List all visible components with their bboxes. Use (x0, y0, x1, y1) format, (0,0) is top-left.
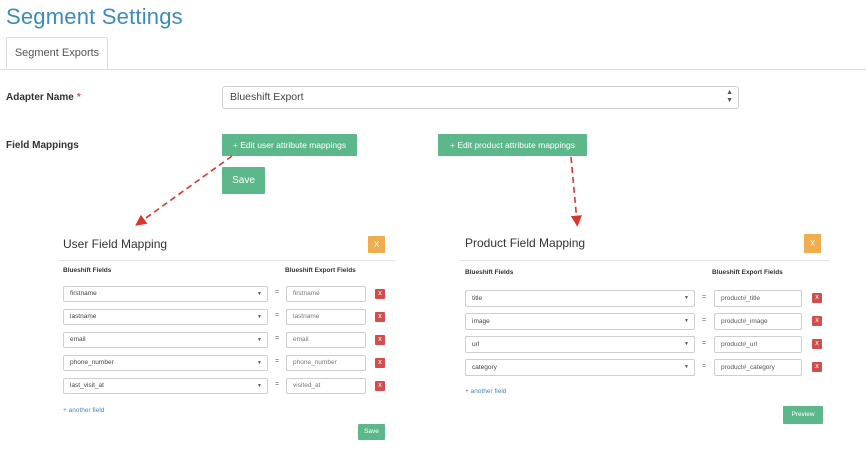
user-export-input[interactable]: phone_number (286, 355, 366, 371)
user-field-value: phone_number (70, 359, 114, 366)
product-export-input[interactable]: product#_image (714, 313, 802, 330)
user-field-select[interactable]: firstname ▼ (63, 286, 268, 302)
product-field-select[interactable]: url ▼ (465, 336, 695, 353)
caret-down-icon: ▼ (684, 364, 689, 370)
user-export-input[interactable]: lastname (286, 309, 366, 325)
product-field-select[interactable]: category ▼ (465, 359, 695, 376)
delete-row-button[interactable]: x (375, 289, 385, 299)
product-modal-preview-button[interactable]: Preview (783, 406, 823, 424)
caret-down-icon: ▼ (257, 291, 262, 297)
user-modal-close-button[interactable]: X (368, 236, 385, 253)
user-col-blueshift-fields: Blueshift Fields (63, 267, 112, 274)
product-row: url ▼ = product#_url x (460, 336, 830, 353)
delete-row-button[interactable]: x (375, 312, 385, 322)
delete-row-button[interactable]: x (812, 293, 822, 303)
product-export-input[interactable]: product#_title (714, 290, 802, 307)
user-col-export-fields: Blueshift Export Fields (285, 267, 356, 274)
caret-down-icon: ▼ (257, 337, 262, 343)
product-field-value: url (472, 341, 480, 348)
user-rows: firstname ▼ = firstname x lastname ▼ = las… (58, 286, 394, 410)
user-modal-divider (58, 260, 394, 261)
equals-sign: = (274, 335, 280, 342)
product-add-another-field-link[interactable]: + another field (465, 388, 506, 395)
product-row: category ▼ = product#_category x (460, 359, 830, 376)
user-field-value: email (70, 336, 86, 343)
user-field-mapping-panel: User Field Mapping X Blueshift Fields Bl… (58, 228, 394, 443)
delete-row-button[interactable]: x (812, 362, 822, 372)
delete-row-button[interactable]: x (375, 358, 385, 368)
product-field-value: image (472, 318, 490, 325)
delete-row-button[interactable]: x (812, 339, 822, 349)
caret-down-icon: ▼ (257, 314, 262, 320)
user-row: lastname ▼ = lastname x (58, 309, 394, 325)
delete-row-button[interactable]: x (812, 316, 822, 326)
product-modal-title: Product Field Mapping (465, 236, 586, 250)
user-row: phone_number ▼ = phone_number x (58, 355, 394, 371)
product-field-value: title (472, 295, 483, 302)
equals-sign: = (274, 358, 280, 365)
caret-down-icon: ▼ (684, 341, 689, 347)
product-col-export-fields: Blueshift Export Fields (712, 269, 783, 276)
user-field-value: firstname (70, 290, 97, 297)
caret-down-icon: ▼ (684, 318, 689, 324)
caret-down-icon: ▼ (684, 295, 689, 301)
product-field-select[interactable]: image ▼ (465, 313, 695, 330)
delete-row-button[interactable]: x (375, 381, 385, 391)
product-row: title ▼ = product#_title x (460, 290, 830, 307)
product-field-mapping-panel: Product Field Mapping X Blueshift Fields… (460, 228, 830, 428)
equals-sign: = (701, 340, 707, 347)
user-add-another-field-link[interactable]: + another field (63, 407, 104, 414)
equals-sign: = (274, 312, 280, 319)
caret-down-icon: ▼ (257, 360, 262, 366)
caret-down-icon: ▼ (257, 383, 262, 389)
user-row: email ▼ = email x (58, 332, 394, 348)
arrow-to-product-modal (570, 156, 582, 227)
user-export-input[interactable]: firstname (286, 286, 366, 302)
user-field-select[interactable]: lastname ▼ (63, 309, 268, 325)
user-modal-save-button[interactable]: Save (358, 424, 385, 440)
user-row: firstname ▼ = firstname x (58, 286, 394, 302)
user-field-select[interactable]: phone_number ▼ (63, 355, 268, 371)
product-rows: title ▼ = product#_title x image ▼ = produ… (460, 290, 830, 382)
product-field-select[interactable]: title ▼ (465, 290, 695, 307)
product-modal-divider (460, 260, 830, 261)
user-field-select[interactable]: email ▼ (63, 332, 268, 348)
arrow-to-user-modal (135, 155, 233, 226)
equals-sign: = (701, 294, 707, 301)
delete-row-button[interactable]: x (375, 335, 385, 345)
product-export-input[interactable]: product#_url (714, 336, 802, 353)
product-field-value: category (472, 364, 497, 371)
user-export-input[interactable]: email (286, 332, 366, 348)
product-export-input[interactable]: product#_category (714, 359, 802, 376)
user-modal-title: User Field Mapping (63, 237, 168, 251)
equals-sign: = (701, 363, 707, 370)
equals-sign: = (274, 289, 280, 296)
user-export-input[interactable]: visited_at (286, 378, 366, 394)
product-row: image ▼ = product#_image x (460, 313, 830, 330)
product-col-blueshift-fields: Blueshift Fields (465, 269, 514, 276)
user-field-value: lastname (70, 313, 97, 320)
user-field-value: last_visit_at (70, 382, 104, 389)
user-field-select[interactable]: last_visit_at ▼ (63, 378, 268, 394)
product-modal-close-button[interactable]: X (804, 234, 821, 253)
equals-sign: = (701, 317, 707, 324)
equals-sign: = (274, 381, 280, 388)
user-row: last_visit_at ▼ = visited_at x (58, 378, 394, 394)
